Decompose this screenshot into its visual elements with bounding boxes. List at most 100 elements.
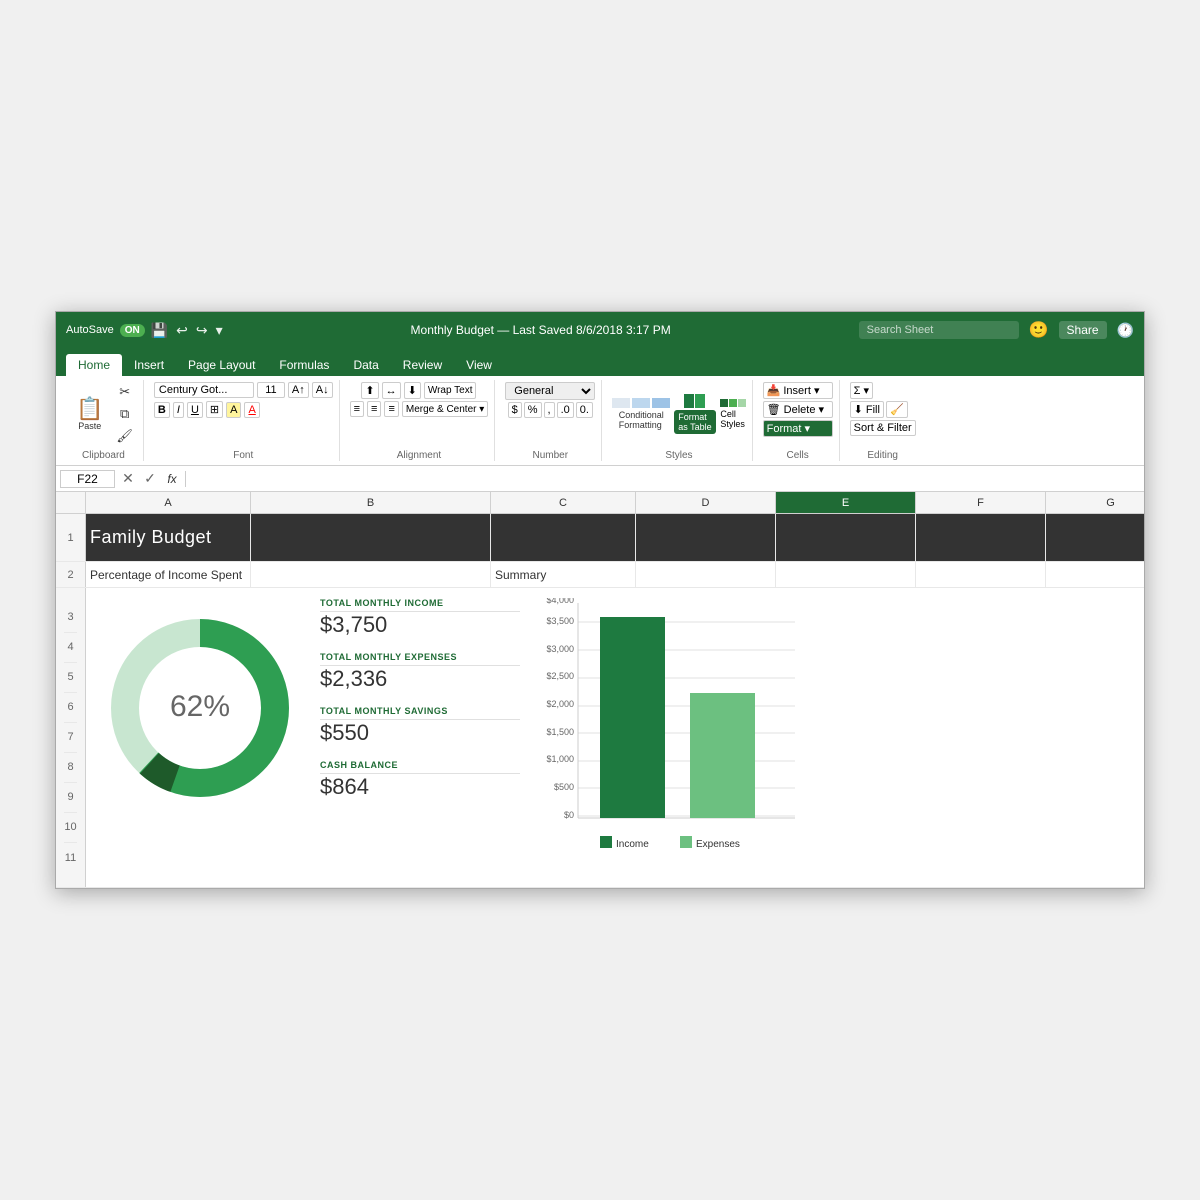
col-header-g[interactable]: G <box>1046 492 1144 513</box>
format-as-table-button[interactable]: Formatas Table <box>674 410 715 434</box>
clear-button[interactable]: 🧹 <box>886 401 908 418</box>
decrease-decimal-button[interactable]: 0. <box>576 402 593 418</box>
balance-value: $864 <box>320 774 520 800</box>
col-header-e[interactable]: E <box>776 492 916 513</box>
increase-decimal-button[interactable]: .0 <box>557 402 574 418</box>
delete-button[interactable]: 🗑 Delete ▾ <box>763 401 833 418</box>
format-button[interactable]: Format ▾ <box>763 420 833 437</box>
align-middle-button[interactable]: ↔ <box>382 382 401 399</box>
autosum-button[interactable]: Σ ▾ <box>850 382 873 399</box>
insert-button[interactable]: 📥 Insert ▾ <box>763 382 833 399</box>
font-name-input[interactable] <box>154 382 254 398</box>
cell-2b[interactable] <box>251 562 491 587</box>
redo-icon[interactable]: ↪ <box>196 322 208 339</box>
formula-check[interactable]: ✓ <box>141 470 159 488</box>
history-icon[interactable]: 🕐 <box>1117 322 1134 339</box>
summary-item-expenses: TOTAL MONTHLY EXPENSES $2,336 <box>320 652 520 692</box>
currency-button[interactable]: $ <box>508 402 522 418</box>
cell-styles-button[interactable]: CellStyles <box>720 409 745 429</box>
formula-bar: ✕ ✓ fx <box>56 466 1144 492</box>
number-format-select[interactable]: General Number Currency Percentage <box>505 382 595 400</box>
clipboard-group: 📋 Paste ✂ ⧉ 🖌 Clipboard <box>64 380 144 461</box>
header-cell-f <box>916 514 1046 561</box>
bold-button[interactable]: B <box>154 402 170 418</box>
header-cell-g <box>1046 514 1144 561</box>
format-painter-button[interactable]: 🖌 <box>112 426 137 446</box>
wrap-text-button[interactable]: Wrap Text <box>424 382 477 399</box>
cell-2g[interactable] <box>1046 562 1144 587</box>
share-button[interactable]: Share <box>1059 321 1107 339</box>
cell-2a[interactable]: Percentage of Income Spent <box>86 562 251 587</box>
col-header-c[interactable]: C <box>491 492 636 513</box>
col-header-d[interactable]: D <box>636 492 776 513</box>
align-center-button[interactable]: ≡ <box>367 401 381 417</box>
merge-center-button[interactable]: Merge & Center ▾ <box>402 401 488 417</box>
align-bottom-button[interactable]: ⬇ <box>404 382 421 399</box>
customize-icon[interactable]: ▾ <box>216 322 223 339</box>
donut-section: 62% <box>100 598 300 877</box>
fill-color-button[interactable]: A <box>226 402 241 418</box>
styles-group: ConditionalFormatting Formatas Table <box>606 380 752 461</box>
ribbon-tabs: Home Insert Page Layout Formulas Data Re… <box>56 348 1144 376</box>
fill-button[interactable]: ⬇ Fill <box>850 401 884 418</box>
tab-review[interactable]: Review <box>391 354 454 376</box>
svg-text:$4,000: $4,000 <box>546 598 574 605</box>
income-label: TOTAL MONTHLY INCOME <box>320 598 520 612</box>
fx-button[interactable]: fx <box>163 470 181 488</box>
col-header-f[interactable]: F <box>916 492 1046 513</box>
cell-2f[interactable] <box>916 562 1046 587</box>
income-bar <box>600 617 665 818</box>
svg-text:$2,000: $2,000 <box>546 699 574 709</box>
font-size-input[interactable] <box>257 382 285 398</box>
font-color-button[interactable]: A <box>244 402 259 418</box>
italic-button[interactable]: I <box>173 402 184 418</box>
increase-font-button[interactable]: A↑ <box>288 382 309 398</box>
rownum-2: 2 <box>56 562 86 587</box>
header-cell-e <box>776 514 916 561</box>
smiley-icon: 🙂 <box>1029 320 1049 340</box>
svg-text:$3,500: $3,500 <box>546 616 574 626</box>
header-cell-d <box>636 514 776 561</box>
svg-text:62%: 62% <box>170 690 230 723</box>
tab-home[interactable]: Home <box>66 354 122 376</box>
summary-item-income: TOTAL MONTHLY INCOME $3,750 <box>320 598 520 638</box>
conditional-formatting-button[interactable]: ConditionalFormatting <box>619 410 664 430</box>
tab-data[interactable]: Data <box>341 354 390 376</box>
align-right-button[interactable]: ≡ <box>384 401 398 417</box>
paste-button[interactable]: 📋 Paste <box>70 394 109 435</box>
undo-icon[interactable]: ↩ <box>176 322 188 339</box>
font-label: Font <box>233 448 253 461</box>
comma-button[interactable]: , <box>544 402 555 418</box>
tab-formulas[interactable]: Formulas <box>267 354 341 376</box>
search-input[interactable] <box>859 321 1019 339</box>
svg-text:$1,000: $1,000 <box>546 754 574 764</box>
col-header-a[interactable]: A <box>86 492 251 513</box>
cell-2e[interactable] <box>776 562 916 587</box>
svg-text:$0: $0 <box>564 810 574 820</box>
cut-button[interactable]: ✂ <box>112 382 137 402</box>
formula-input[interactable] <box>190 471 1140 487</box>
cell-ref-input[interactable] <box>60 470 115 488</box>
align-top-button[interactable]: ⬆ <box>361 382 378 399</box>
formula-icon[interactable]: ✕ <box>119 470 137 488</box>
sort-filter-button[interactable]: Sort & Filter <box>850 420 916 436</box>
decrease-font-button[interactable]: A↓ <box>312 382 333 398</box>
percent-button[interactable]: % <box>524 402 542 418</box>
expenses-value: $2,336 <box>320 666 520 692</box>
tab-view[interactable]: View <box>454 354 504 376</box>
pct-income-label: Percentage of Income Spent <box>90 568 242 582</box>
spreadsheet: A B C D E F G H I J 1 Family Budget <box>56 492 1144 888</box>
header-cell[interactable]: Family Budget <box>86 514 251 561</box>
borders-button[interactable]: ⊞ <box>206 401 223 418</box>
cell-2c[interactable]: Summary <box>491 562 636 587</box>
tab-page-layout[interactable]: Page Layout <box>176 354 267 376</box>
save-icon[interactable]: 💾 <box>151 322 168 339</box>
align-left-button[interactable]: ≡ <box>350 401 364 417</box>
cell-2d[interactable] <box>636 562 776 587</box>
copy-button[interactable]: ⧉ <box>112 404 137 424</box>
tab-insert[interactable]: Insert <box>122 354 176 376</box>
autosave-label: AutoSave <box>66 324 114 336</box>
autosave-toggle[interactable]: ON <box>120 324 145 337</box>
col-header-b[interactable]: B <box>251 492 491 513</box>
underline-button[interactable]: U <box>187 402 203 418</box>
